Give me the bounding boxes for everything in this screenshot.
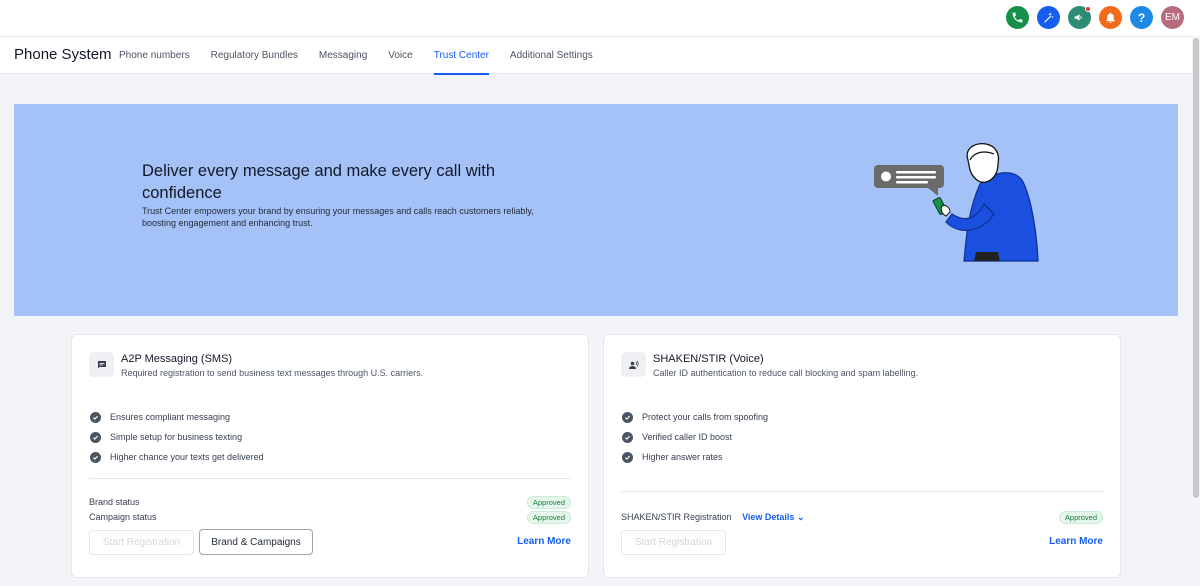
check-circle-icon [622,431,633,443]
list-item: Ensures compliant messaging [90,407,264,427]
feature-label: Ensures compliant messaging [110,412,231,422]
brand-status-label: Brand status [89,497,140,507]
page-title: Phone System [14,46,112,63]
status-badge: Approved [526,495,571,509]
hero-headline: Deliver every message and make every cal… [142,162,496,202]
campaign-status-row: Campaign status Approved [89,510,571,524]
card-subtitle: Caller ID authentication to reduce call … [653,368,919,378]
tab-trust-center[interactable]: Trust Center [433,37,490,75]
chat-icon [89,352,114,377]
card-title: A2P Messaging (SMS) [121,353,233,365]
list-item: Verified caller ID boost [622,427,768,447]
top-icons: ? EM [1006,6,1184,29]
check-circle-icon [622,451,633,463]
start-registration-button[interactable]: Start Registration [89,530,194,555]
check-circle-icon [90,431,101,443]
list-item: Protect your calls from spoofing [622,407,768,427]
start-registration-button[interactable]: Start Registration [621,530,726,555]
megaphone-icon[interactable] [1068,6,1091,29]
registration-label-group: SHAKEN/STIR Registration View Details ⌄ [621,512,805,523]
feature-label: Higher chance your texts get delivered [110,452,264,462]
magic-wand-icon[interactable] [1037,6,1060,29]
sub-navigation: Phone System Phone numbers Regulatory Bu… [0,36,1192,75]
registration-status-row: SHAKEN/STIR Registration View Details ⌄ … [621,510,1103,524]
person-with-phone-illustration [874,142,1039,262]
card-subtitle: Required registration to send business t… [121,368,424,378]
scrollbar-thumb[interactable] [1193,38,1199,498]
brand-status-row: Brand status Approved [89,495,571,509]
a2p-messaging-card: A2P Messaging (SMS) Required registratio… [71,334,589,578]
tab-voice[interactable]: Voice [388,37,412,75]
feature-label: Verified caller ID boost [642,432,733,442]
learn-more-link[interactable]: Learn More [1049,536,1103,547]
status-badge: Approved [1058,510,1103,524]
notification-dot [1085,6,1091,12]
hero-description: Trust Center empowers your brand by ensu… [142,206,534,228]
help-icon[interactable]: ? [1130,6,1153,29]
top-bar: ? EM [0,0,1200,36]
tab-regulatory-bundles[interactable]: Regulatory Bundles [211,37,298,75]
view-details-label: View Details [742,511,795,522]
feature-label: Protect your calls from spoofing [642,412,769,422]
tab-bar: Phone numbers Regulatory Bundles Messagi… [119,37,614,75]
campaign-status-label: Campaign status [89,512,157,522]
feature-list: Ensures compliant messaging Simple setup… [90,407,264,467]
card-title: SHAKEN/STIR (Voice) [653,353,764,365]
tab-messaging[interactable]: Messaging [319,37,367,75]
tab-phone-numbers[interactable]: Phone numbers [119,37,190,75]
tab-additional-settings[interactable]: Additional Settings [510,37,593,75]
avatar[interactable]: EM [1161,6,1184,29]
divider [621,491,1103,492]
feature-list: Protect your calls from spoofing Verifie… [622,407,768,467]
view-details-link[interactable]: View Details ⌄ [742,512,804,522]
list-item: Simple setup for business texting [90,427,264,447]
phone-icon[interactable] [1006,6,1029,29]
check-circle-icon [90,451,101,463]
feature-label: Higher answer rates [642,452,723,462]
voice-person-icon [621,352,646,377]
hero-banner: Deliver every message and make every cal… [14,104,1178,316]
bell-icon[interactable] [1099,6,1122,29]
registration-label: SHAKEN/STIR Registration [621,511,732,522]
divider [89,478,571,479]
page-scrollbar[interactable] [1192,36,1200,586]
brand-campaigns-button[interactable]: Brand & Campaigns [199,529,313,555]
check-circle-icon [622,411,633,423]
list-item: Higher chance your texts get delivered [90,447,264,467]
status-badge: Approved [526,510,571,524]
chevron-down-icon: ⌄ [796,511,805,522]
feature-label: Simple setup for business texting [110,432,243,442]
check-circle-icon [90,411,101,423]
list-item: Higher answer rates [622,447,768,467]
learn-more-link[interactable]: Learn More [517,536,571,547]
shaken-stir-card: SHAKEN/STIR (Voice) Caller ID authentica… [603,334,1121,578]
